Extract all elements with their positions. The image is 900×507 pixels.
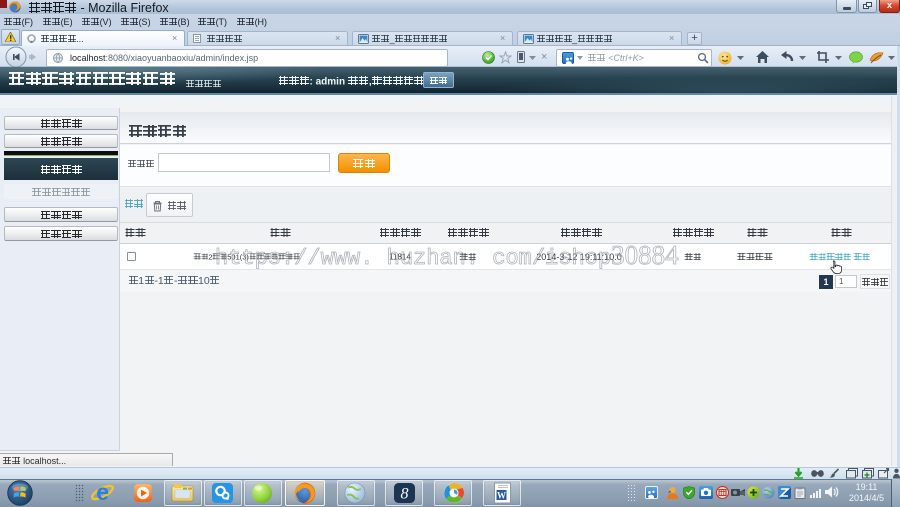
svg-text:8: 8 (401, 486, 409, 503)
svg-text:e: e (96, 480, 109, 505)
svg-text:W: W (497, 491, 506, 501)
